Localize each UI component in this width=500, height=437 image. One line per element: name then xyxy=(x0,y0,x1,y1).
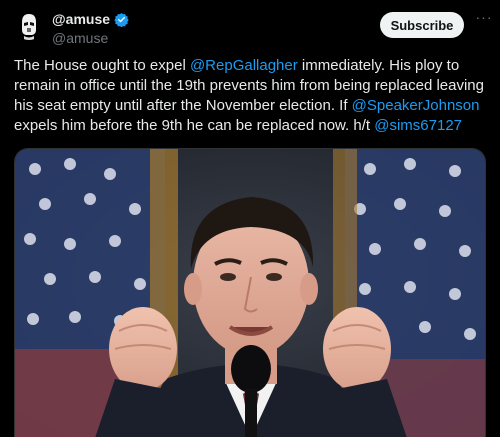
tweet-text-segment: The House ought to expel xyxy=(14,57,190,74)
verified-badge-icon xyxy=(114,12,129,27)
more-horizontal-icon[interactable]: ··· xyxy=(474,10,494,28)
tweet-text: The House ought to expel @RepGallagher i… xyxy=(14,56,490,136)
photo-illustration xyxy=(15,149,485,437)
author-handle[interactable]: @amuse xyxy=(52,30,129,46)
author-avatar[interactable] xyxy=(14,10,44,40)
stormtrooper-avatar-icon xyxy=(14,10,44,40)
author-info: @amuse @amuse xyxy=(52,10,129,46)
author-display-name[interactable]: @amuse xyxy=(52,11,110,27)
subscribe-button[interactable]: Subscribe xyxy=(380,12,464,38)
mention-link[interactable]: @SpeakerJohnson xyxy=(352,97,480,114)
tweet-text-segment: expels him before the 9th he can be repl… xyxy=(14,117,375,134)
tweet-card: @amuse @amuse Subscribe ··· The House ou… xyxy=(0,0,500,437)
tweet-photo[interactable] xyxy=(14,148,486,437)
mention-link[interactable]: @sims67127 xyxy=(374,117,462,134)
mention-link[interactable]: @RepGallagher xyxy=(190,57,298,74)
